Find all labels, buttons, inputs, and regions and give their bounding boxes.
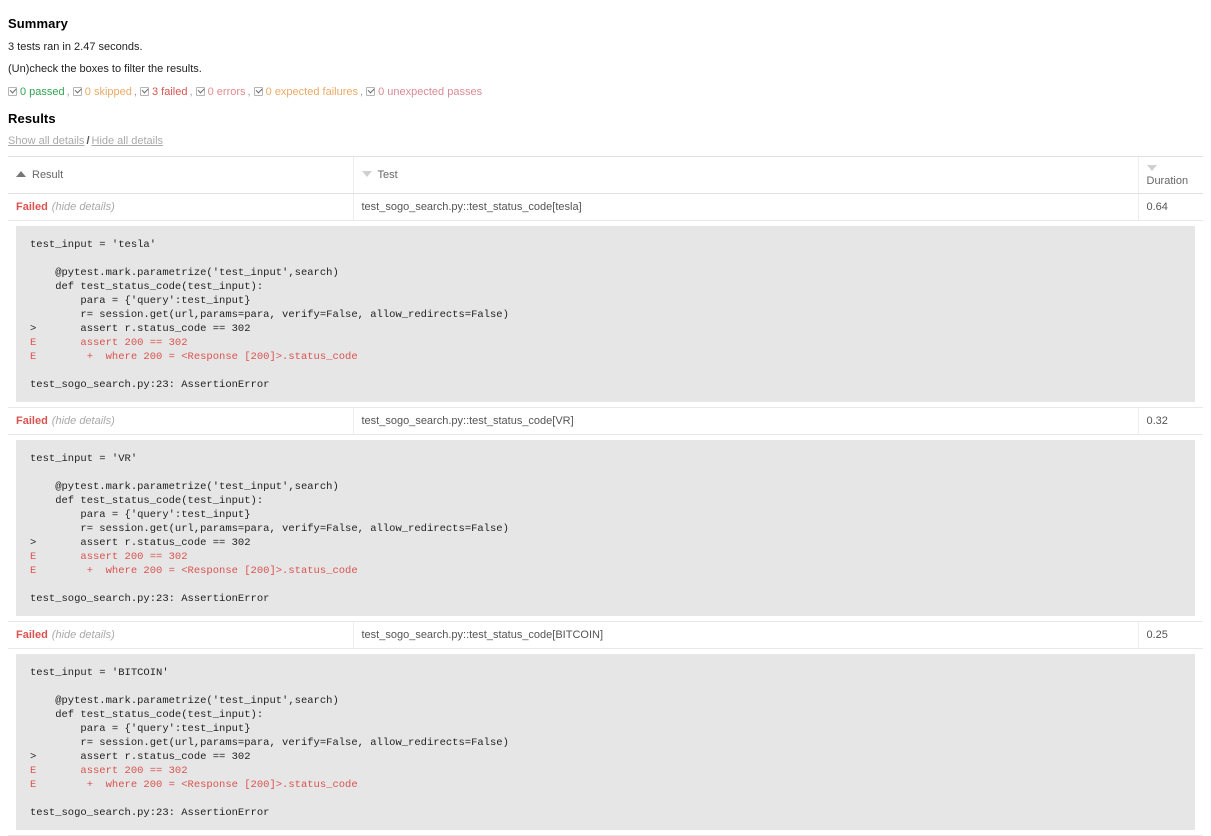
log-line: r= session.get(url,params=para, verify=F…: [30, 309, 509, 321]
checkbox-failed-icon[interactable]: [140, 87, 149, 96]
filter-xfailed[interactable]: 0 expected failures: [253, 86, 358, 98]
checkbox-xpassed-icon[interactable]: [366, 87, 376, 96]
filter-hint: (Un)check the boxes to filter the result…: [8, 63, 202, 75]
filter-label-error[interactable]: 0 errors: [208, 86, 246, 98]
column-header-test[interactable]: Test: [352, 156, 1138, 194]
results-table: Result Test Duration Failed (hide details…: [8, 156, 1203, 836]
log-line: > assert r.status_code == 302: [30, 537, 251, 549]
test-detail-cell: test_input = 'BITCOIN' @pytest.mark.para…: [8, 648, 1203, 836]
log-line: r= session.get(url,params=para, verify=F…: [30, 737, 509, 749]
column-header-test-label: Test: [377, 169, 398, 181]
log-line-error: E assert 200 == 302: [30, 551, 188, 563]
test-detail-cell: test_input = 'tesla' @pytest.mark.parame…: [8, 220, 1203, 408]
results-heading: Results: [8, 111, 56, 126]
show-all-details-link[interactable]: Show all details: [8, 135, 84, 147]
column-header-duration-label: Duration: [1146, 175, 1189, 187]
test-detail-row: test_input = 'VR' @pytest.mark.parametri…: [8, 434, 1203, 622]
filter-separator: ,: [247, 86, 254, 98]
results-table-header: Result Test Duration: [8, 156, 1203, 194]
log-line: def test_status_code(test_input):: [30, 281, 264, 293]
filter-separator: ,: [66, 86, 73, 98]
result-cell: Failed (hide details): [8, 621, 353, 649]
log-line: @pytest.mark.parametrize('test_input',se…: [30, 481, 339, 493]
filter-label-xpassed[interactable]: 0 unexpected passes: [378, 86, 482, 98]
log-line: para = {'query':test_input}: [30, 723, 251, 735]
checkbox-skipped-icon[interactable]: [72, 87, 82, 96]
log-line-error: E + where 200 = <Response [200]>.status_…: [30, 565, 358, 577]
log-line-error: E assert 200 == 302: [30, 337, 188, 349]
sort-descending-icon: [1146, 165, 1157, 171]
log-line: def test_status_code(test_input):: [30, 709, 264, 721]
column-header-result-label: Result: [32, 169, 64, 181]
filter-xpassed[interactable]: 0 unexpected passes: [366, 86, 482, 98]
toggle-details-link[interactable]: (hide details): [52, 629, 115, 641]
checkbox-passed-icon[interactable]: [8, 87, 17, 96]
filter-skipped[interactable]: 0 skipped: [72, 86, 132, 98]
result-filters: 0 passed, 0 skipped, 3 failed, 0 errors,…: [8, 85, 1203, 99]
table-row: Failed (hide details) test_sogo_search.py:…: [8, 193, 1203, 221]
test-detail-row: test_input = 'tesla' @pytest.mark.parame…: [8, 220, 1203, 408]
toggle-details-link[interactable]: (hide details): [52, 201, 115, 213]
test-name-cell: test_sogo_search.py::test_status_code[VR…: [352, 407, 1138, 435]
test-detail-row: test_input = 'BITCOIN' @pytest.mark.para…: [8, 648, 1203, 836]
filter-label-xfailed[interactable]: 0 expected failures: [266, 86, 358, 98]
log-line-error: E + where 200 = <Response [200]>.status_…: [30, 779, 358, 791]
filter-label-skipped[interactable]: 0 skipped: [85, 86, 132, 98]
log-line-error: E assert 200 == 302: [30, 765, 188, 777]
test-name-cell: test_sogo_search.py::test_status_code[te…: [352, 193, 1138, 221]
result-cell: Failed (hide details): [8, 407, 353, 435]
test-name-cell: test_sogo_search.py::test_status_code[BI…: [352, 621, 1138, 649]
results-table-body: Failed (hide details) test_sogo_search.py:…: [8, 193, 1203, 836]
checkbox-error-icon[interactable]: [195, 87, 205, 96]
status-badge: Failed: [16, 629, 48, 641]
report-page: Summary 3 tests ran in 2.47 seconds. (Un…: [0, 0, 1211, 836]
log-line: > assert r.status_code == 302: [30, 751, 251, 763]
status-badge: Failed: [16, 201, 48, 213]
sort-ascending-icon: [16, 171, 26, 177]
traceback-log: test_input = 'tesla' @pytest.mark.parame…: [16, 226, 1195, 402]
status-badge: Failed: [16, 415, 48, 427]
log-line: > assert r.status_code == 302: [30, 323, 251, 335]
filter-label-passed[interactable]: 0 passed: [20, 86, 65, 98]
sort-descending-icon: [361, 171, 372, 177]
log-line: test_input = 'VR': [30, 453, 138, 465]
log-line: r= session.get(url,params=para, verify=F…: [30, 523, 509, 535]
traceback-log: test_input = 'BITCOIN' @pytest.mark.para…: [16, 654, 1195, 830]
table-row: Failed (hide details) test_sogo_search.py:…: [8, 407, 1203, 435]
link-separator: /: [86, 135, 90, 147]
test-run-summary: 3 tests ran in 2.47 seconds.: [8, 41, 143, 53]
checkbox-xfailed-icon[interactable]: [253, 87, 263, 96]
log-line: test_sogo_search.py:23: AssertionError: [30, 807, 270, 819]
filter-passed[interactable]: 0 passed: [8, 86, 65, 98]
detail-toggle-links: Show all details / Hide all details: [8, 135, 1203, 147]
duration-cell: 0.64: [1137, 193, 1203, 221]
header-row: Result Test Duration: [8, 156, 1203, 194]
log-line: test_sogo_search.py:23: AssertionError: [30, 379, 270, 391]
filter-failed[interactable]: 3 failed: [140, 86, 187, 98]
log-line: @pytest.mark.parametrize('test_input',se…: [30, 267, 339, 279]
toggle-details-link[interactable]: (hide details): [52, 415, 115, 427]
duration-cell: 0.25: [1137, 621, 1203, 649]
log-line: para = {'query':test_input}: [30, 509, 251, 521]
log-line: test_input = 'tesla': [30, 239, 157, 251]
filter-label-failed[interactable]: 3 failed: [152, 86, 187, 98]
log-line: test_sogo_search.py:23: AssertionError: [30, 593, 270, 605]
log-line-error: E + where 200 = <Response [200]>.status_…: [30, 351, 358, 363]
log-line: test_input = 'BITCOIN': [30, 667, 169, 679]
hide-all-details-link[interactable]: Hide all details: [92, 135, 164, 147]
duration-cell: 0.32: [1137, 407, 1203, 435]
traceback-log: test_input = 'VR' @pytest.mark.parametri…: [16, 440, 1195, 616]
table-row: Failed (hide details) test_sogo_search.py:…: [8, 621, 1203, 649]
column-header-result[interactable]: Result: [8, 156, 353, 194]
summary-heading: Summary: [8, 16, 68, 31]
result-cell: Failed (hide details): [8, 193, 353, 221]
log-line: def test_status_code(test_input):: [30, 495, 264, 507]
column-header-duration[interactable]: Duration: [1137, 156, 1203, 194]
filter-error[interactable]: 0 errors: [195, 86, 246, 98]
test-detail-cell: test_input = 'VR' @pytest.mark.parametri…: [8, 434, 1203, 622]
log-line: para = {'query':test_input}: [30, 295, 251, 307]
filter-separator: ,: [189, 86, 196, 98]
